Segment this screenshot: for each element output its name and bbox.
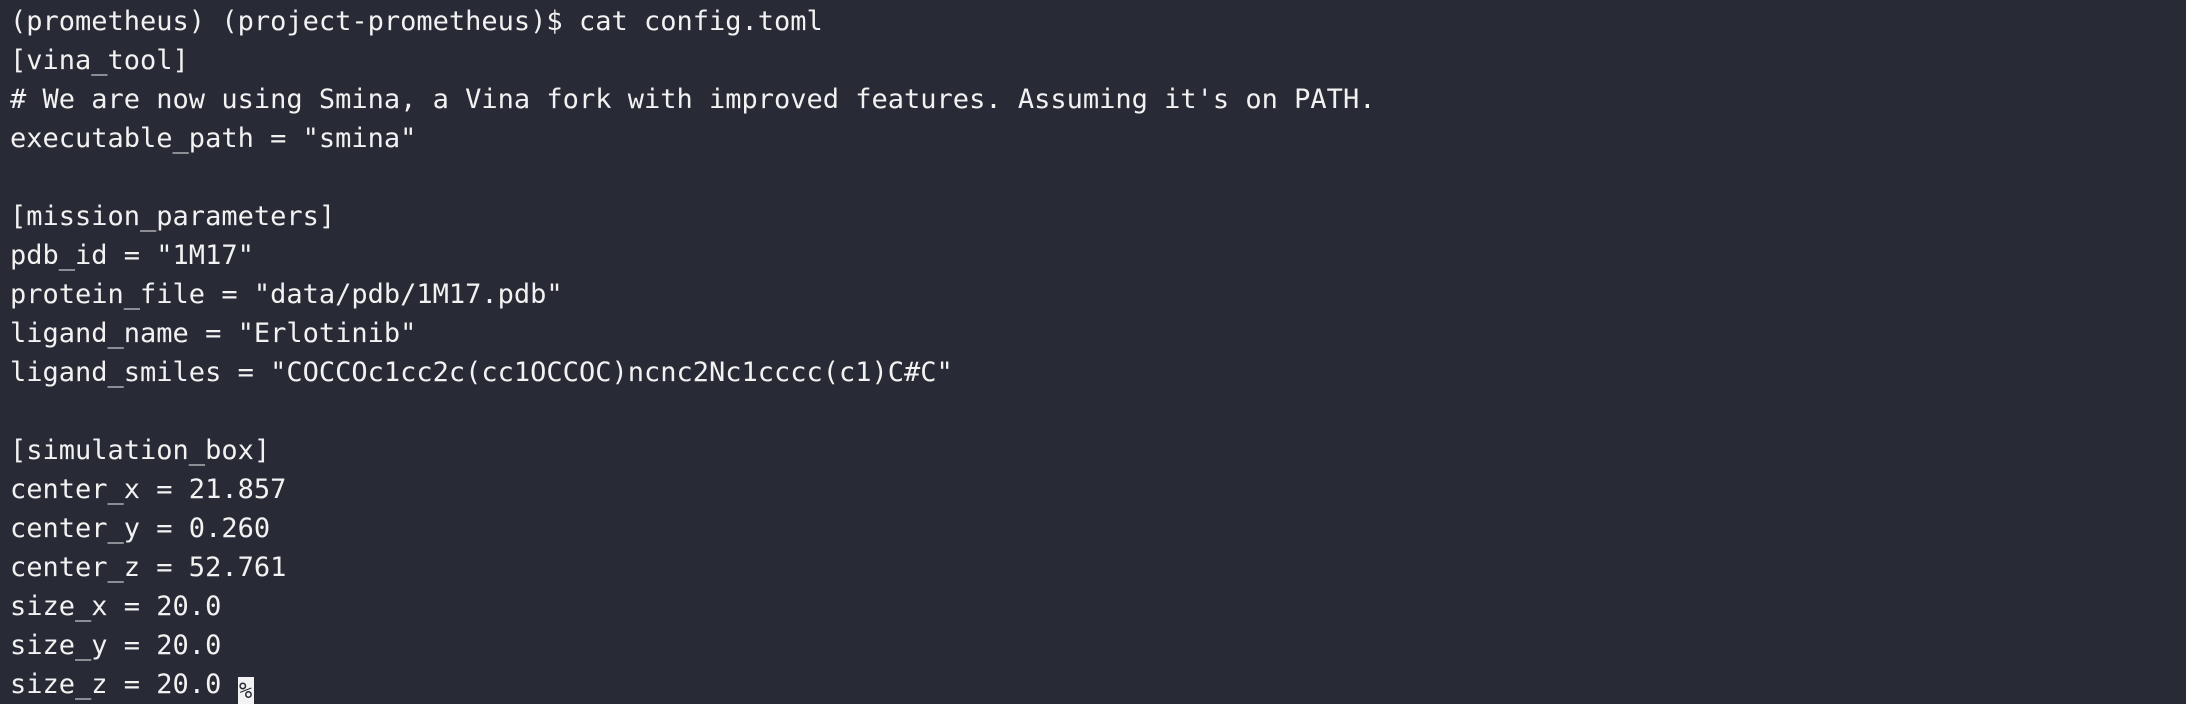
toml-comment: # We are now using Smina, a Vina fork wi… bbox=[10, 84, 1376, 115]
last-output-line: size_z = 20.0 % bbox=[10, 665, 2186, 704]
last-output-text: size_z = 20.0 bbox=[10, 669, 238, 700]
toml-key-value: pdb_id = "1M17" bbox=[10, 240, 254, 271]
prompt-line: (prometheus) (project-prometheus)$ cat c… bbox=[10, 6, 823, 37]
toml-key-value: ligand_name = "Erlotinib" bbox=[10, 318, 417, 349]
toml-key-value: protein_file = "data/pdb/1M17.pdb" bbox=[10, 279, 563, 310]
toml-section-header: [vina_tool] bbox=[10, 45, 189, 76]
toml-section-header: [mission_parameters] bbox=[10, 201, 336, 232]
toml-key-value: center_z = 52.761 bbox=[10, 552, 287, 583]
toml-section-header: [simulation_box] bbox=[10, 435, 271, 466]
terminal-window[interactable]: (prometheus) (project-prometheus)$ cat c… bbox=[0, 0, 2186, 704]
terminal-cursor: % bbox=[237, 677, 254, 704]
toml-key-value: size_y = 20.0 bbox=[10, 630, 222, 661]
toml-key-value: center_x = 21.857 bbox=[10, 474, 287, 505]
toml-key-value: center_y = 0.260 bbox=[10, 513, 271, 544]
toml-key-value: size_x = 20.0 bbox=[10, 591, 222, 622]
toml-key-value: ligand_smiles = "COCCOc1cc2c(cc1OCCOC)nc… bbox=[10, 357, 953, 388]
toml-key-value: executable_path = "smina" bbox=[10, 123, 417, 154]
